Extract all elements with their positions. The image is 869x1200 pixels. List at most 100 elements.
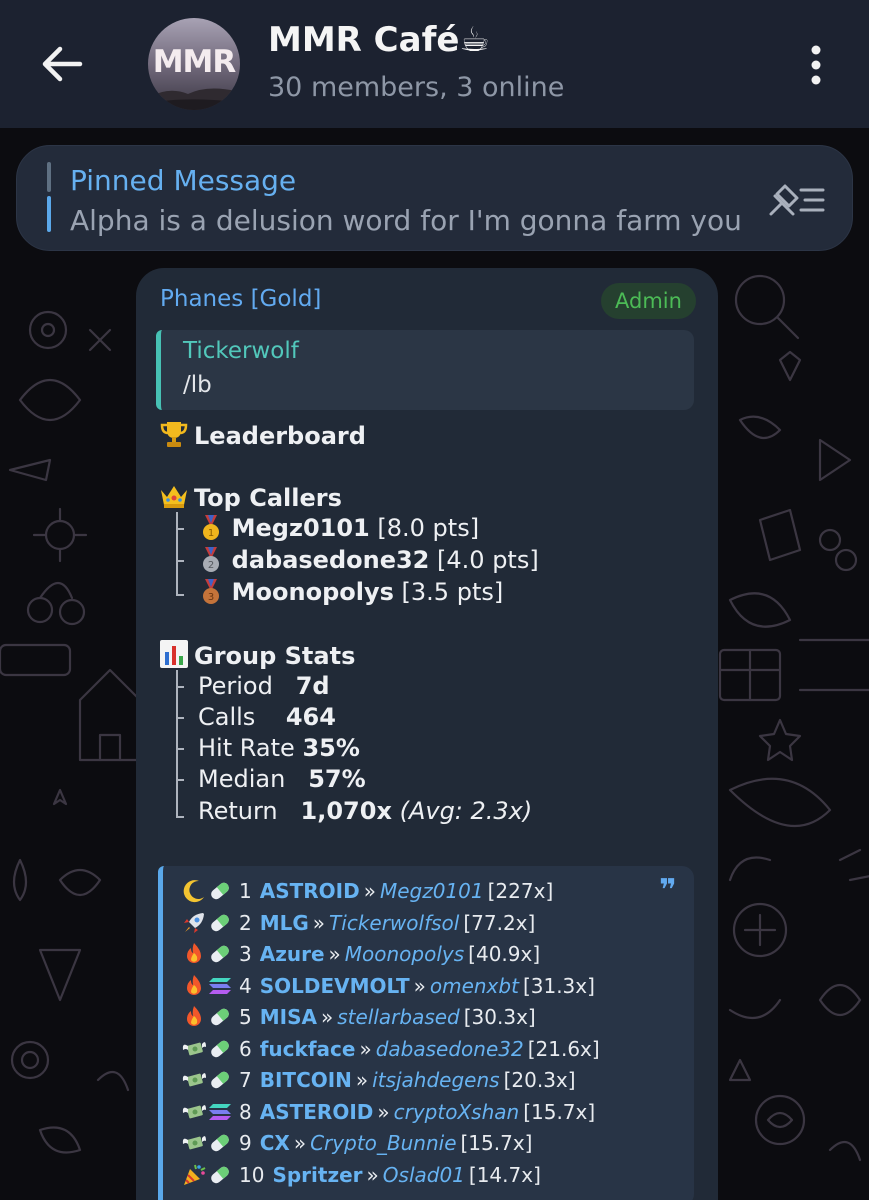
call-multiplier: [21.6x]: [527, 1036, 600, 1061]
avatar-text: MMR: [152, 44, 237, 80]
call-rank: 3: [239, 942, 252, 966]
gold-medal-icon: 1: [203, 515, 219, 540]
call-multiplier: [40.9x]: [468, 942, 541, 966]
tree-tick: [176, 816, 184, 818]
tree-line: [176, 512, 178, 596]
caller-row: 3 Moonopolys [3.5 pts]: [198, 576, 503, 608]
top-call-row: 5 MISA» stellarbased [30.3x]: [181, 1002, 536, 1033]
call-multiplier: [20.3x]: [503, 1068, 576, 1092]
call-token-link[interactable]: Azure: [260, 942, 325, 966]
svg-text:2: 2: [208, 560, 214, 571]
call-token-link[interactable]: Spritzer: [272, 1163, 362, 1187]
call-multiplier: [14.7x]: [468, 1162, 541, 1187]
stat-label: Return: [198, 797, 278, 825]
call-rank: 7: [239, 1068, 252, 1092]
top-call-row: 8 ASTEROID» cryptoXshan [15.7x]: [181, 1097, 595, 1128]
stat-row: Hit Rate 35%: [198, 732, 360, 764]
caller-points: [3.5 pts]: [401, 578, 504, 606]
call-token-link[interactable]: ASTEROID: [260, 1100, 374, 1124]
call-user-link[interactable]: dabasedone32: [376, 1037, 524, 1061]
call-token-link[interactable]: MLG: [260, 911, 309, 935]
caller-name[interactable]: Megz0101: [232, 514, 370, 542]
call-separator: »: [413, 973, 426, 998]
sender-name[interactable]: Phanes [Gold]: [160, 286, 321, 312]
money-wings-icon: [182, 1041, 206, 1055]
call-rank: 2: [239, 910, 252, 935]
leaderboard-title: Leaderboard: [194, 422, 366, 450]
tree-tick: [176, 748, 184, 750]
pill-icon: [211, 1071, 229, 1089]
top-call-row: 10 Spritzer» Oslad01 [14.7x]: [181, 1160, 541, 1191]
tree-tick: [176, 528, 184, 530]
fire-icon: [187, 974, 201, 995]
solana-icon: [209, 977, 231, 994]
money-wings-icon: [182, 1104, 206, 1118]
caller-name[interactable]: Moonopolys: [232, 578, 394, 606]
pill-icon: [211, 1008, 229, 1026]
arrow-left-icon: [42, 46, 83, 82]
call-user-link[interactable]: Oslad01: [383, 1163, 465, 1187]
call-user-link[interactable]: cryptoXshan: [394, 1100, 520, 1124]
svg-text:3: 3: [208, 592, 214, 603]
stat-label: Median: [198, 765, 286, 793]
call-token-link[interactable]: MISA: [260, 1005, 317, 1029]
call-separator: »: [363, 879, 376, 903]
chat-subtitle: 30 members, 3 online: [268, 72, 565, 103]
pill-icon: [211, 945, 229, 963]
tree-tick: [176, 686, 184, 688]
call-separator: »: [377, 1099, 390, 1124]
call-rank: 8: [239, 1099, 252, 1124]
solana-icon: [209, 1103, 231, 1120]
call-user-link[interactable]: Moonopolys: [345, 942, 464, 966]
group-avatar[interactable]: MMR: [148, 18, 240, 110]
stat-label: Period: [198, 672, 273, 700]
call-user-link[interactable]: omenxbt: [430, 974, 519, 998]
chat-title[interactable]: MMR Café☕: [268, 20, 490, 60]
call-user-link[interactable]: Megz0101: [380, 879, 484, 903]
call-separator: »: [328, 942, 341, 966]
pin-list-icon[interactable]: [767, 182, 827, 218]
more-options-button[interactable]: [796, 40, 836, 90]
back-button[interactable]: [34, 36, 90, 92]
call-multiplier: [15.7x]: [523, 1099, 596, 1124]
reply-author: Tickerwolf: [183, 338, 299, 364]
stat-label: Hit Rate: [198, 734, 295, 762]
reply-quote[interactable]: Tickerwolf /lb: [156, 330, 694, 410]
message-bubble[interactable]: Phanes [Gold] Admin Tickerwolf /lb Leade…: [136, 268, 718, 1200]
call-token-link[interactable]: BITCOIN: [260, 1068, 352, 1092]
tree-tick: [176, 779, 184, 781]
call-token-link[interactable]: CX: [260, 1131, 290, 1155]
call-separator: »: [320, 1005, 334, 1029]
top-call-row: 1 ASTROID» Megz0101 [227x]: [181, 876, 553, 907]
call-rank: 9: [239, 1131, 252, 1155]
top-call-row: 7 BITCOIN» itsjahdegens [20.3x]: [181, 1065, 576, 1096]
chat-header: MMR MMR Café☕ 30 members, 3 online: [0, 0, 869, 128]
call-separator: »: [312, 910, 326, 935]
money-wings-icon: [182, 1073, 206, 1087]
tree-line: [176, 670, 178, 818]
stat-value: 464: [285, 703, 336, 731]
call-user-link[interactable]: Tickerwolfsol: [329, 911, 459, 935]
call-token-link[interactable]: fuckface: [260, 1037, 356, 1061]
crown-icon: [161, 486, 187, 508]
call-token-link[interactable]: ASTROID: [260, 879, 360, 903]
call-rank: 4: [239, 973, 252, 998]
stat-value: 7d: [295, 672, 330, 700]
svg-text:1: 1: [208, 528, 214, 539]
call-rank: 6: [239, 1036, 252, 1061]
stat-value: 35%: [302, 734, 360, 762]
caller-name[interactable]: dabasedone32: [232, 546, 430, 574]
call-token-link[interactable]: SOLDEVMOLT: [260, 974, 410, 998]
leaderboard-heading: Leaderboard: [158, 418, 366, 452]
pinned-message-bar[interactable]: Pinned Message Alpha is a delusion word …: [16, 145, 853, 251]
call-user-link[interactable]: Crypto_Bunnie: [310, 1131, 456, 1155]
call-user-link[interactable]: stellarbased: [337, 1005, 460, 1029]
bronze-medal-icon: 3: [203, 579, 219, 604]
call-user-link[interactable]: itsjahdegens: [372, 1068, 499, 1092]
admin-badge: Admin: [601, 283, 696, 319]
stat-average: (Avg: 2.3x): [399, 797, 533, 825]
rocket-icon: [184, 912, 204, 933]
top-call-row: 9 CX» Crypto_Bunnie [15.7x]: [181, 1128, 532, 1159]
top-calls-quote[interactable]: ❞ 1 ASTROID» Megz0101 [227x] 2 MLG» Tickerwolf…: [158, 866, 694, 1200]
top-callers-heading: Top Callers: [158, 480, 342, 514]
